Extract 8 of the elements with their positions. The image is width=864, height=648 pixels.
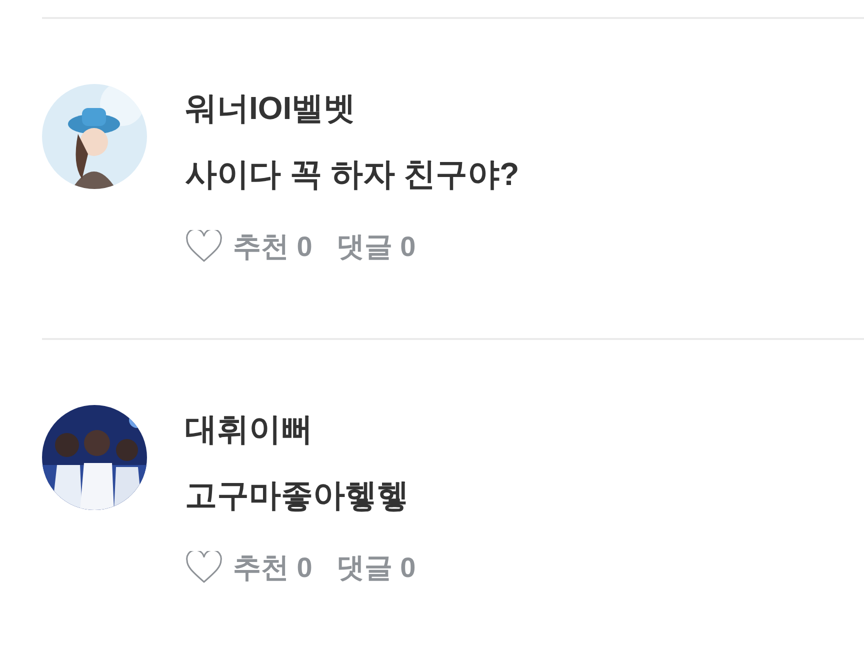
like-button[interactable]: 추천 0 — [185, 226, 312, 268]
author-name: 워너IOI벨벳 — [185, 89, 357, 128]
comment-text: 고구마좋아헿헿 — [185, 476, 410, 515]
author-name: 대휘이뻐 — [185, 410, 314, 449]
reply-link[interactable]: 댓글 0 — [336, 547, 416, 589]
reply-link[interactable]: 댓글 0 — [336, 226, 416, 268]
like-button[interactable]: 추천 0 — [185, 547, 312, 589]
comment-text: 사이다 꼭 하자 친구야? — [185, 155, 520, 194]
